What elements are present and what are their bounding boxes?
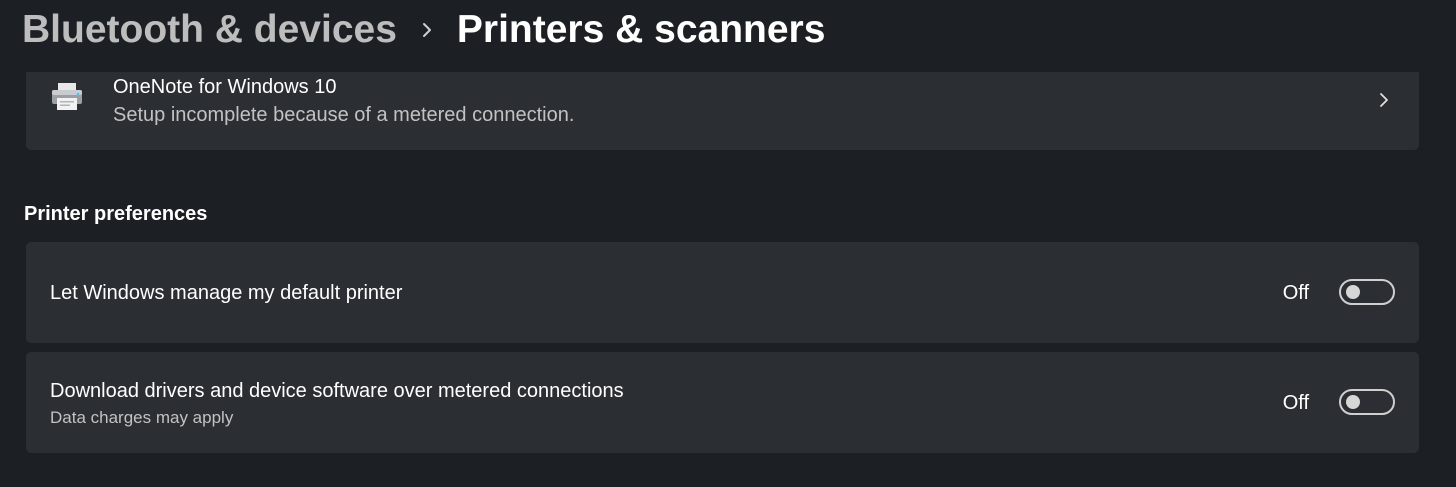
printer-status: Setup incomplete because of a metered co… bbox=[113, 104, 575, 126]
chevron-right-icon bbox=[1377, 90, 1391, 110]
toggle-knob bbox=[1346, 395, 1360, 409]
chevron-right-icon bbox=[397, 4, 457, 56]
setting-sublabel: Data charges may apply bbox=[50, 408, 234, 427]
breadcrumb-parent-bluetooth-devices[interactable]: Bluetooth & devices bbox=[22, 8, 397, 52]
setting-row-manage-default-printer: Let Windows manage my default printer Of… bbox=[26, 242, 1419, 343]
page-title: Printers & scanners bbox=[456, 8, 826, 51]
printer-name: OneNote for Windows 10 bbox=[113, 76, 337, 98]
manage-default-printer-toggle[interactable] bbox=[1339, 279, 1395, 305]
toggle-knob bbox=[1346, 285, 1360, 299]
breadcrumb: Bluetooth & devices Printers & scanners bbox=[22, 4, 825, 56]
settings-page: Bluetooth & devices Printers & scanners … bbox=[0, 0, 1456, 487]
toggle-state-label: Off bbox=[1282, 392, 1309, 414]
printer-icon bbox=[50, 82, 84, 112]
setting-row-download-over-metered: Download drivers and device software ove… bbox=[26, 352, 1419, 453]
printer-item-onenote[interactable]: OneNote for Windows 10 Setup incomplete … bbox=[26, 72, 1419, 150]
toggle-state-label: Off bbox=[1282, 282, 1309, 304]
setting-label: Download drivers and device software ove… bbox=[50, 380, 624, 402]
setting-label: Let Windows manage my default printer bbox=[50, 282, 403, 304]
download-over-metered-toggle[interactable] bbox=[1339, 389, 1395, 415]
section-title-printer-preferences: Printer preferences bbox=[24, 203, 208, 225]
